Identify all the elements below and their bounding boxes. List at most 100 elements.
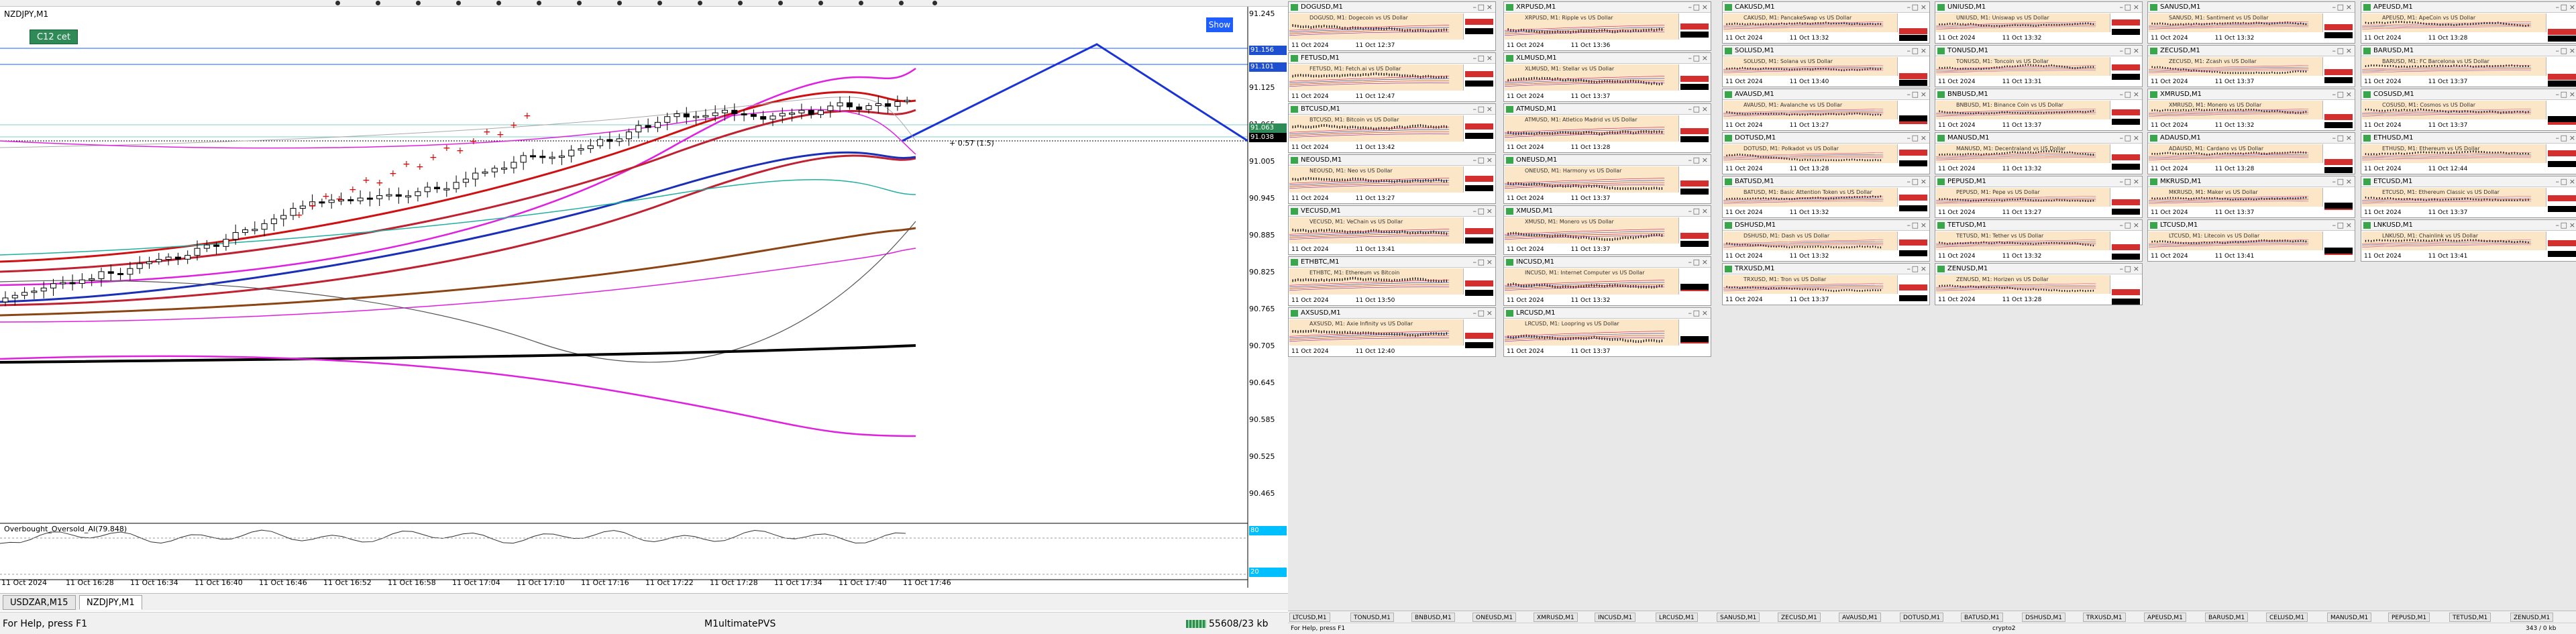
maximize-icon[interactable]: □	[1693, 104, 1700, 115]
mini-chart[interactable]: PEPUSD,M1 – □ × PEPUSD, M1: Pepe vs US Dolla…	[1935, 176, 2143, 218]
minimize-icon[interactable]: –	[1688, 104, 1693, 115]
toolbar-dot-icon[interactable]	[335, 1, 340, 5]
maximize-icon[interactable]: □	[2125, 46, 2131, 56]
maximize-icon[interactable]: □	[1478, 206, 1485, 217]
mini-chart-plot[interactable]: UNIUSD, M1: Uniswap vs US Dollar	[1936, 13, 2110, 32]
maximize-icon[interactable]: □	[2337, 2, 2344, 13]
mini-chart[interactable]: BARUSD,M1 – □ × BARUSD, M1: FC Barcelona vs …	[2361, 45, 2576, 87]
close-icon[interactable]: ×	[2346, 176, 2352, 187]
mini-chart-plot[interactable]: COSUSD, M1: Cosmos vs US Dollar	[2362, 101, 2546, 119]
minimize-icon[interactable]: –	[1473, 53, 1477, 64]
mini-price-axis[interactable]	[1897, 57, 1929, 86]
close-icon[interactable]: ×	[2569, 176, 2575, 187]
mini-chart[interactable]: LNKUSD,M1 – □ × LNKUSD, M1: Chainlink vs US …	[2361, 219, 2576, 262]
mini-chart[interactable]: NEOUSD,M1 – □ × NEOUSD, M1: Neo vs US Dollar…	[1288, 154, 1496, 204]
minimize-icon[interactable]: –	[2332, 46, 2337, 56]
close-icon[interactable]: ×	[1921, 133, 1927, 144]
mini-price-axis[interactable]	[2322, 101, 2355, 128]
grid-chart-tab[interactable]: BNBUSD,M1	[1411, 613, 1455, 622]
mini-chart-title[interactable]: ZECUSD,M1 – □ ×	[2148, 46, 2355, 56]
mini-chart-title[interactable]: TRXUSD,M1 – □ ×	[1723, 264, 1929, 274]
maximize-icon[interactable]: □	[1693, 308, 1700, 319]
close-icon[interactable]: ×	[2569, 133, 2575, 144]
grid-chart-tab[interactable]: TRXUSD,M1	[2083, 613, 2126, 622]
mini-price-axis[interactable]	[1678, 166, 1711, 195]
close-icon[interactable]: ×	[2569, 2, 2575, 13]
toolbar-dot-icon[interactable]	[537, 1, 541, 5]
mini-price-axis[interactable]	[1897, 188, 1929, 211]
minimize-icon[interactable]: –	[2332, 176, 2337, 187]
mini-chart[interactable]: ETCUSD,M1 – □ × ETCUSD, M1: Ethereum Classic…	[2361, 176, 2576, 218]
mini-chart-plot[interactable]: INCUSD, M1: Internet Computer vs US Doll…	[1505, 268, 1678, 295]
mini-chart-title[interactable]: ETCUSD,M1 – □ ×	[2361, 176, 2576, 187]
mini-chart-title[interactable]: XRPUSD,M1 – □ ×	[1504, 2, 1711, 13]
minimize-icon[interactable]: –	[2120, 133, 2124, 144]
mini-chart-plot[interactable]: MANUSD, M1: Decentraland vs US Dollar	[1936, 144, 2110, 163]
mini-chart[interactable]: CAKUSD,M1 – □ × CAKUSD, M1: PancakeSwap vs U…	[1722, 1, 1930, 44]
mini-chart-plot[interactable]: SOLUSD, M1: Solana vs US Dollar	[1723, 57, 1897, 76]
close-icon[interactable]: ×	[1487, 155, 1493, 166]
minimize-icon[interactable]: –	[1473, 2, 1477, 13]
mini-chart-plot[interactable]: BNBUSD, M1: Binance Coin vs US Dollar	[1936, 101, 2110, 119]
toolbar-dot-icon[interactable]	[818, 1, 823, 5]
close-icon[interactable]: ×	[1921, 176, 1927, 187]
mini-chart-plot[interactable]: TONUSD, M1: Toncoin vs US Dollar	[1936, 57, 2110, 76]
grid-chart-tab[interactable]: ZENUSD,M1	[2510, 613, 2554, 622]
mini-chart-plot[interactable]: XRPUSD, M1: Ripple vs US Dollar	[1505, 13, 1678, 40]
close-icon[interactable]: ×	[1702, 104, 1708, 115]
mini-chart-title[interactable]: BNBUSD,M1 – □ ×	[1935, 89, 2142, 100]
mini-chart-plot[interactable]: MKRUSD, M1: Maker vs US Dollar	[2149, 188, 2322, 207]
mini-chart-title[interactable]: UNIUSD,M1 – □ ×	[1935, 2, 2142, 13]
grid-chart-tab[interactable]: DSHUSD,M1	[2022, 613, 2065, 622]
maximize-icon[interactable]: □	[2337, 133, 2344, 144]
mini-chart-plot[interactable]: BATUSD, M1: Basic Attention Token vs US …	[1723, 188, 1897, 207]
mini-price-axis[interactable]	[1897, 231, 1929, 256]
minimize-icon[interactable]: –	[2332, 2, 2337, 13]
mini-price-axis[interactable]	[2546, 188, 2576, 212]
toolbar-dot-icon[interactable]	[778, 1, 783, 5]
mini-chart[interactable]: VECUSD,M1 – □ × VECUSD, M1: VeChain vs US Do…	[1288, 205, 1496, 255]
mini-chart[interactable]: ONEUSD,M1 – □ × ONEUSD, M1: Harmony vs US Do…	[1503, 154, 1711, 204]
mini-chart-title[interactable]: MKRUSD,M1 – □ ×	[2148, 176, 2355, 187]
minimize-icon[interactable]: –	[1688, 155, 1693, 166]
maximize-icon[interactable]: □	[2125, 264, 2131, 274]
mini-chart-title[interactable]: BARUSD,M1 – □ ×	[2361, 46, 2576, 56]
grid-chart-tab[interactable]: BARUSD,M1	[2205, 613, 2249, 622]
maximize-icon[interactable]: □	[1693, 2, 1700, 13]
maximize-icon[interactable]: □	[1912, 220, 1919, 231]
mini-chart[interactable]: XLMUSD,M1 – □ × XLMUSD, M1: Stellar vs US Do…	[1503, 52, 1711, 102]
mini-price-axis[interactable]	[1463, 13, 1495, 40]
mini-chart[interactable]: AVAUSD,M1 – □ × AVAUSD, M1: Avalanche vs US …	[1722, 89, 1930, 131]
maximize-icon[interactable]: □	[1912, 133, 1919, 144]
mini-chart-title[interactable]: LRCUSD,M1 – □ ×	[1504, 308, 1711, 319]
mini-chart-title[interactable]: AXSUSD,M1 – □ ×	[1289, 308, 1495, 319]
mini-price-axis[interactable]	[2110, 57, 2142, 80]
toolbar-dot-icon[interactable]	[698, 1, 702, 5]
mini-chart-plot[interactable]: SANUSD, M1: Santiment vs US Dollar	[2149, 13, 2322, 32]
maximize-icon[interactable]: □	[1912, 2, 1919, 13]
mini-chart[interactable]: SOLUSD,M1 – □ × SOLUSD, M1: Solana vs US Dol…	[1722, 45, 1930, 87]
mini-price-axis[interactable]	[1897, 13, 1929, 41]
maximize-icon[interactable]: □	[1478, 257, 1485, 268]
close-icon[interactable]: ×	[1702, 155, 1708, 166]
maximize-icon[interactable]: □	[2125, 133, 2131, 144]
price-chart[interactable]: + + + + + + + + + + + + + + + + + +	[0, 7, 1288, 588]
mini-chart-plot[interactable]: ONEUSD, M1: Harmony vs US Dollar	[1505, 166, 1678, 193]
grid-chart-tab[interactable]: TONUSD,M1	[1350, 613, 1394, 622]
close-icon[interactable]: ×	[1487, 104, 1493, 115]
mini-chart-plot[interactable]: ZENUSD, M1: Horizen vs US Dollar	[1936, 275, 2110, 294]
minimize-icon[interactable]: –	[2120, 46, 2124, 56]
toolbar-dot-icon[interactable]	[496, 1, 501, 5]
minimize-icon[interactable]: –	[2556, 89, 2560, 100]
mini-chart[interactable]: ZENUSD,M1 – □ × ZENUSD, M1: Horizen vs US Do…	[1935, 263, 2143, 305]
maximize-icon[interactable]: □	[2337, 220, 2344, 231]
minimize-icon[interactable]: –	[1907, 264, 1911, 274]
mini-chart[interactable]: DSHUSD,M1 – □ × DSHUSD, M1: Dash vs US Dolla…	[1722, 219, 1930, 262]
mini-chart-title[interactable]: ADAUSD,M1 – □ ×	[2148, 133, 2355, 144]
mini-chart[interactable]: INCUSD,M1 – □ × INCUSD, M1: Internet Compute…	[1503, 256, 1711, 306]
grid-chart-tab[interactable]: DOTUSD,M1	[1900, 613, 1944, 622]
minimize-icon[interactable]: –	[1688, 308, 1693, 319]
mini-chart[interactable]: DOTUSD,M1 – □ × DOTUSD, M1: Polkadot vs US D…	[1722, 132, 1930, 174]
toolbar-dot-icon[interactable]	[416, 1, 421, 5]
mini-chart-title[interactable]: SOLUSD,M1 – □ ×	[1723, 46, 1929, 56]
